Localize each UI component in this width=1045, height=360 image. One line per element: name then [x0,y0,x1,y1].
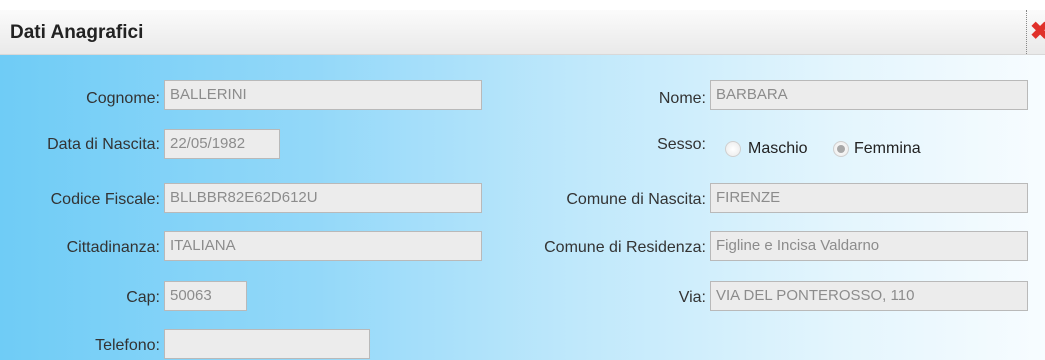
codice-fiscale-label: Codice Fiscale: [50,191,160,208]
cap-field[interactable]: 50063 [164,281,247,311]
sesso-femmina-radio[interactable] [833,141,849,157]
cap-label: Cap: [126,289,160,306]
codice-fiscale-field[interactable]: BLLBBR82E62D612U [164,183,482,213]
cognome-label: Cognome: [86,90,160,107]
cittadinanza-field[interactable]: ITALIANA [164,231,482,261]
telefono-field[interactable] [164,329,370,359]
form-body: Cognome: BALLERINI Nome: BARBARA Data di… [0,55,1045,360]
comune-residenza-field[interactable]: Figline e Incisa Valdarno [710,231,1028,261]
dati-anagrafici-dialog: Dati Anagrafici ✖ Cognome: BALLERINI Nom… [0,0,1045,360]
sesso-maschio-radio[interactable] [725,141,741,157]
comune-nascita-field[interactable]: FIRENZE [710,183,1028,213]
telefono-label: Telefono: [95,337,160,354]
comune-nascita-label: Comune di Nascita: [566,191,706,208]
dialog-titlebar: Dati Anagrafici ✖ [0,10,1045,55]
sesso-femmina-label: Femmina [854,140,921,157]
sesso-maschio-label: Maschio [748,140,808,157]
data-nascita-label: Data di Nascita: [47,136,160,153]
dialog-title: Dati Anagrafici [10,22,144,43]
nome-label: Nome: [658,90,706,107]
titlebar-separator [1026,10,1027,54]
via-label: Via: [678,289,706,306]
comune-residenza-label: Comune di Residenza: [544,239,706,256]
close-icon[interactable]: ✖ [1030,20,1045,44]
cognome-field[interactable]: BALLERINI [164,80,482,110]
via-field[interactable]: VIA DEL PONTEROSSO, 110 [710,281,1028,311]
nome-field[interactable]: BARBARA [710,80,1028,110]
cittadinanza-label: Cittadinanza: [66,239,160,256]
data-nascita-field[interactable]: 22/05/1982 [164,129,280,159]
sesso-label: Sesso: [657,136,706,153]
